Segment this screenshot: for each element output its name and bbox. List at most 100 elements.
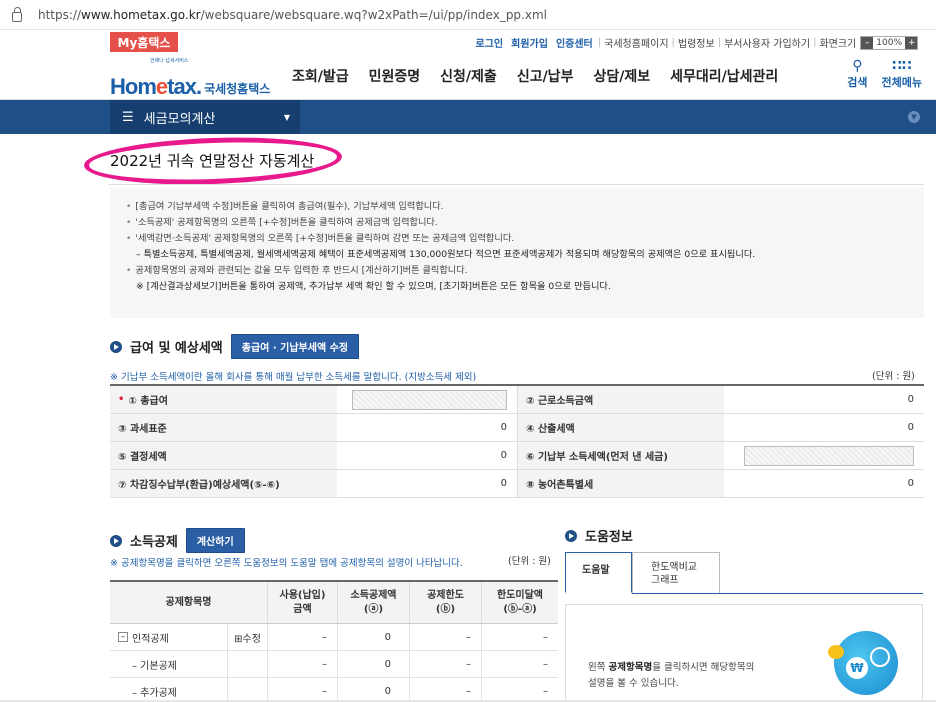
shortfall-amount: – (543, 658, 548, 670)
guide-line: '세액감면·소득공제' 공제항목명의 오른쪽 [+수정]버튼을 클릭하여 감면 … (126, 230, 908, 246)
total-salary-input[interactable] (352, 389, 507, 410)
deduction-section-heading: 소득공제 계산하기 (110, 528, 245, 553)
limit-amount: – (410, 678, 482, 702)
lock-icon (12, 6, 22, 22)
required-icon: • (118, 394, 125, 405)
tab-help[interactable]: 도움말 (565, 552, 632, 594)
bullet-arrow-icon (565, 529, 577, 542)
tab-limit-graph[interactable]: 한도액비교 그래프 (632, 552, 720, 594)
help-heading: 도움정보 (585, 530, 633, 545)
guide-line: [총급여 기납부세액 수정]버튼을 클릭하여 총급여(필수), 기납부세액 입력… (126, 198, 908, 214)
deduction-unit: (단위 : 원) (508, 556, 551, 567)
bullet-arrow-icon (110, 340, 122, 353)
url-path: /websquare/websquare.wq?w2xPath=/ui/pp/i… (200, 7, 547, 22)
hometax-logo[interactable]: 언제나 납세서비스 Hometax. 국세청홈택스 (110, 56, 270, 100)
menu-dropdown-label: 세금모의계산 (143, 111, 216, 127)
won-icon: ₩ (846, 657, 868, 679)
table-row: ⑦ 차감징수납부(환급)예상세액(⑤-⑥) 0 ⑧ 농어촌특별세 0 (110, 470, 924, 498)
deduction-amount: 0 (338, 678, 410, 702)
row-value: 0 (907, 478, 914, 489)
gnb-tax-agent[interactable]: 세무대리/납세관리 (670, 66, 778, 86)
calculate-button[interactable]: 계산하기 (185, 528, 245, 553)
zoom-in-icon[interactable]: + (905, 36, 917, 49)
cert-center-link[interactable]: 인증센터 (556, 35, 593, 50)
salary-table: • ① 총급여 ② 근로소득금액 0 ③ 과세표준 0 ④ 산출세액 0 ⑤ 결정… (110, 384, 924, 498)
won-coin-illustration: ₩ (828, 631, 898, 695)
url-prefix: https:// (38, 7, 82, 22)
url-host: www.hometax.go.kr (81, 7, 201, 22)
use-amount: – (268, 651, 338, 677)
gnb-inquiry-issue[interactable]: 조회/발급 (292, 66, 349, 86)
nts-homepage-link[interactable]: 국세청홈페이지 (604, 35, 668, 50)
salary-heading: 급여 및 예상세액 (130, 341, 223, 356)
hamburger-icon: ☰ (122, 109, 134, 125)
zoom-out-icon[interactable]: – (861, 36, 874, 49)
edit-cell (228, 651, 268, 677)
column-header: 소득공제액 (ⓐ) (338, 582, 410, 623)
all-menu-button[interactable]: ∷∷ 전체메뉴 (882, 58, 922, 90)
prepaid-tax-input[interactable] (744, 445, 914, 466)
row-label: ① 총급여 (128, 396, 168, 407)
row-label: ⑦ 차감징수납부(환급)예상세액(⑤-⑥) (110, 470, 337, 497)
item-name[interactable]: – 추가공제 (110, 678, 228, 702)
search-button[interactable]: ⚲ 검색 (847, 58, 867, 90)
instruction-box: [총급여 기납부세액 수정]버튼을 클릭하여 총급여(필수), 기납부세액 입력… (110, 188, 924, 318)
dept-user-join-link[interactable]: 부서사용자 가입하기 (724, 35, 810, 50)
grid-icon: ∷∷ (892, 58, 912, 74)
login-link[interactable]: 로그인 (476, 35, 504, 50)
zoom-control[interactable]: – 100% + (860, 35, 918, 50)
signup-link[interactable]: 회원가입 (511, 35, 548, 50)
search-label: 검색 (847, 76, 868, 89)
row-value: 0 (500, 450, 507, 461)
gnb-civil-cert[interactable]: 민원증명 (369, 66, 421, 86)
column-header: 공제한도 (ⓑ) (410, 582, 482, 623)
screen-size-label: 화면크기 (819, 39, 857, 50)
salary-unit: (단위 : 원) (872, 371, 915, 382)
deduction-amount: 0 (338, 624, 410, 650)
gnb-consult[interactable]: 상담/제보 (593, 66, 650, 86)
shortfall-amount: – (543, 685, 548, 697)
guide-line: 공제항목명의 공제와 관련되는 값을 모두 입력한 후 반드시 [계산하기]버튼… (126, 262, 908, 278)
address-bar[interactable]: https://www.hometax.go.kr/websquare/webs… (0, 0, 936, 30)
guide-line: '소득공제' 공제항목명의 오른쪽 [+수정]버튼을 클릭하여 공제금액 입력합… (126, 214, 908, 230)
coin-accent (828, 645, 844, 659)
utility-bar: My홈택스 로그인 회원가입 인증센터 | 국세청홈페이지 | 법령정보 | 부… (0, 30, 936, 52)
limit-amount: – (410, 651, 482, 677)
gnb-apply-submit[interactable]: 신청/제출 (440, 66, 497, 86)
logo-text-c: tax. (167, 74, 202, 99)
sub-menu-bar: ☰ 세금모의계산 ▼ ▼ (0, 100, 936, 134)
logo-text-b: e (155, 74, 168, 99)
deduction-amount: 0 (338, 651, 410, 677)
gnb-report-pay[interactable]: 신고/납부 (517, 66, 574, 86)
edit-button[interactable]: ⊞수정 (228, 624, 268, 650)
help-content: 왼쪽 공제항목명을 클릭하시면 해당항목의 설명을 볼 수 있습니다. ₩ (565, 604, 923, 702)
row-label: ⑥ 기납부 소득세액(먼저 낸 세금) (517, 442, 724, 469)
law-info-link[interactable]: 법령정보 (678, 35, 715, 50)
guide-line: – 특별소득공제, 특별세액공제, 월세액세액공제 혜택이 표준세액공제액 13… (136, 249, 756, 260)
zoom-value: 100% (876, 37, 902, 48)
edit-salary-tax-button[interactable]: 총급여 · 기납부세액 수정 (230, 334, 360, 359)
row-label: ③ 과세표준 (110, 414, 337, 441)
table-header: 공제항목명 사용(납입) 금액 소득공제액 (ⓐ) 공제한도 (ⓑ) 한도미달액… (110, 582, 558, 624)
collapse-icon[interactable]: – (118, 632, 128, 642)
table-row: ③ 과세표준 0 ④ 산출세액 0 (110, 414, 924, 442)
site-header: 언제나 납세서비스 Hometax. 국세청홈택스 조회/발급 민원증명 신청/… (0, 52, 936, 100)
chevron-down-icon[interactable]: ▼ (908, 111, 920, 123)
all-menu-label: 전체메뉴 (881, 76, 922, 89)
my-hometax-button[interactable]: My홈택스 (110, 32, 178, 52)
tab-label: 그래프 (651, 575, 679, 586)
column-header: 사용(납입) 금액 (268, 582, 338, 623)
table-row: • ① 총급여 ② 근로소득금액 0 (110, 386, 924, 414)
column-header: 공제항목명 (110, 582, 268, 623)
row-value: 0 (907, 422, 914, 433)
item-name[interactable]: – 기본공제 (110, 651, 228, 677)
menu-dropdown[interactable]: ☰ 세금모의계산 ▼ (110, 100, 300, 134)
search-icon: ⚲ (852, 58, 863, 74)
bullet-arrow-icon (110, 534, 122, 547)
utility-links: 로그인 회원가입 인증센터 | 국세청홈페이지 | 법령정보 | 부서사용자 가… (476, 35, 918, 50)
logo-text-a: Hom (110, 74, 157, 99)
row-label: ⑧ 농어촌특별세 (517, 470, 724, 497)
row-value: 0 (907, 394, 914, 405)
logo-korean: 국세청홈택스 (204, 82, 271, 96)
item-name[interactable]: 인적공제 (132, 630, 169, 645)
